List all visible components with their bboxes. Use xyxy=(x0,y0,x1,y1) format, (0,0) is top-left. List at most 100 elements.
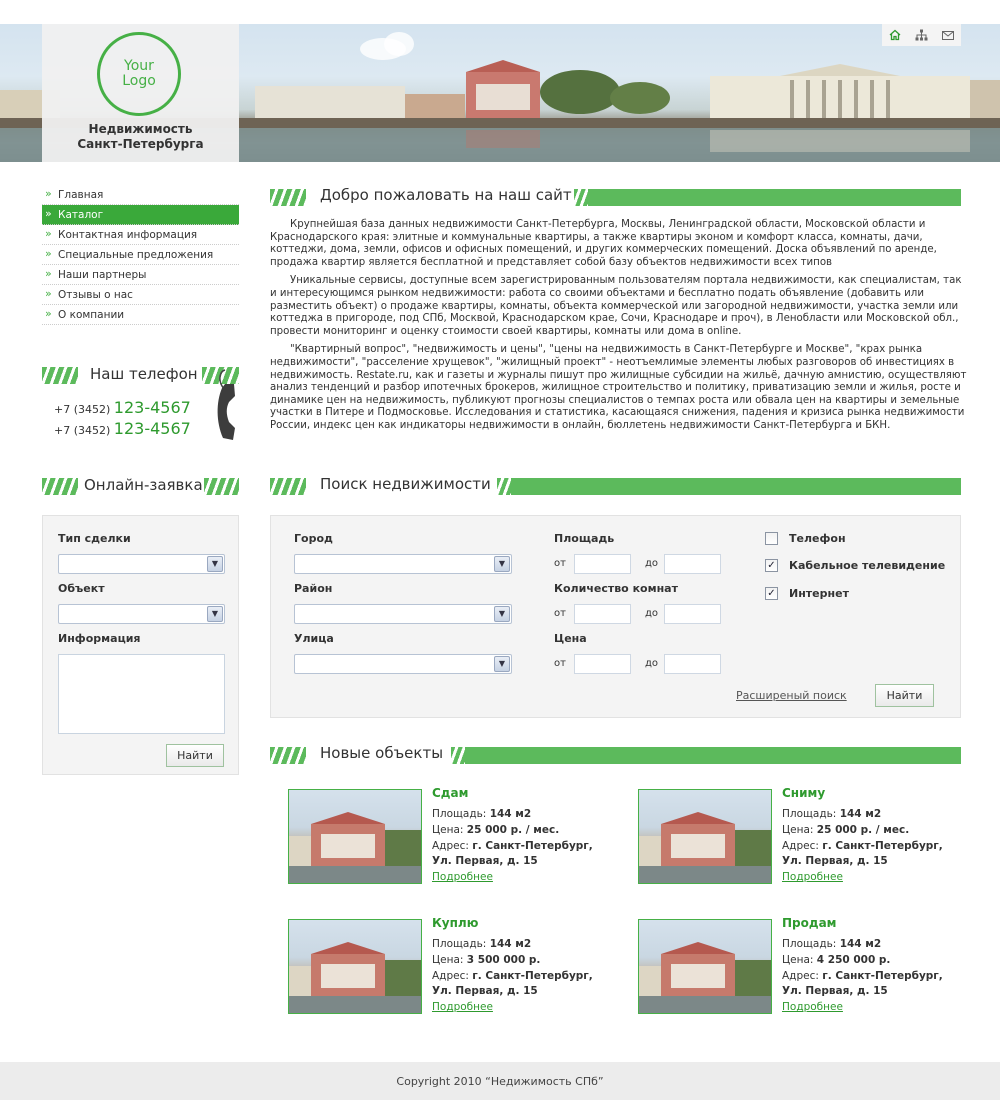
street-select[interactable]: ▼ xyxy=(294,654,512,674)
to-label: до xyxy=(645,608,659,619)
search-title: Поиск недвижимости xyxy=(320,475,491,493)
header-banner: Your Logo Недвижимость Санкт-Петербурга xyxy=(0,24,1000,162)
object-title[interactable]: Сниму xyxy=(782,786,825,800)
phone-code: +7 (3452) xyxy=(54,424,111,437)
object-title[interactable]: Продам xyxy=(782,916,836,930)
internet-checkbox[interactable]: ✓ xyxy=(765,587,778,600)
chevron-down-icon: ▼ xyxy=(494,606,510,622)
area-prefix: Площадь: xyxy=(432,808,487,820)
welcome-section-title: Добро пожаловать на наш сайт xyxy=(270,183,961,213)
home-icon[interactable] xyxy=(882,24,908,46)
object-more-link[interactable]: Подробнее xyxy=(432,871,493,883)
rooms-label: Количество комнат xyxy=(554,582,678,595)
order-section-title: Онлайн-заявка xyxy=(42,472,239,502)
search-submit-button[interactable]: Найти xyxy=(875,684,934,707)
object-address: г. Санкт-Петербург, xyxy=(472,970,593,982)
object-title[interactable]: Сдам xyxy=(432,786,468,800)
area-label: Площадь xyxy=(554,532,615,545)
district-label: Район xyxy=(294,582,333,595)
phone-line: +7 (3452) 123-4567 xyxy=(54,419,191,440)
object-photo[interactable] xyxy=(288,789,422,884)
menu-item-main[interactable]: Главная xyxy=(42,184,239,205)
phone-line: +7 (3452) 123-4567 xyxy=(54,398,191,419)
phone-checkbox-label: Телефон xyxy=(789,532,846,545)
logo[interactable]: Your Logo xyxy=(97,32,181,116)
object-area: 144 м2 xyxy=(489,938,532,950)
object-photo[interactable] xyxy=(638,919,772,1014)
city-select[interactable]: ▼ xyxy=(294,554,512,574)
price-prefix: Цена: xyxy=(432,954,464,966)
city-label: Город xyxy=(294,532,333,545)
to-label: до xyxy=(645,558,659,569)
address-prefix: Адрес: xyxy=(782,840,819,852)
menu-item-reviews[interactable]: Отзывы о нас xyxy=(42,284,239,305)
object-more-link[interactable]: Подробнее xyxy=(432,1001,493,1013)
phone-number[interactable]: 123-4567 xyxy=(114,419,191,438)
chevron-down-icon: ▼ xyxy=(494,556,510,572)
advanced-search-link[interactable]: Расширеный поиск xyxy=(736,689,847,702)
object-address-street: Ул. Первая, д. 15 xyxy=(432,985,538,997)
price-prefix: Цена: xyxy=(432,824,464,836)
object-select[interactable]: ▼ xyxy=(58,604,225,624)
district-select[interactable]: ▼ xyxy=(294,604,512,624)
object-area: 144 м2 xyxy=(839,938,882,950)
object-area: 144 м2 xyxy=(839,808,882,820)
object-label: Объект xyxy=(58,582,105,595)
footer: Copyright 2010 “Недижимость СПб” xyxy=(0,1062,1000,1100)
welcome-paragraph: "Квартирный вопрос", "недвижимость и цен… xyxy=(270,344,967,431)
phone-number[interactable]: 123-4567 xyxy=(114,398,191,417)
area-to-input[interactable] xyxy=(664,554,721,574)
object-photo[interactable] xyxy=(288,919,422,1014)
phone-title: Наш телефон xyxy=(86,365,202,383)
object-title[interactable]: Куплю xyxy=(432,916,478,930)
copyright-text: Copyright 2010 “Недижимость СПб” xyxy=(396,1075,604,1088)
object-more-link[interactable]: Подробнее xyxy=(782,871,843,883)
order-submit-button[interactable]: Найти xyxy=(166,744,224,767)
chevron-down-icon: ▼ xyxy=(494,656,510,672)
price-from-input[interactable] xyxy=(574,654,631,674)
page: Your Logo Недвижимость Санкт-Петербурга … xyxy=(0,0,1000,1100)
sitemap-icon[interactable] xyxy=(908,24,934,46)
phone-list: +7 (3452) 123-4567 +7 (3452) 123-4567 xyxy=(54,398,191,440)
rooms-to-input[interactable] xyxy=(664,604,721,624)
object-card: Сдам Площадь: 144 м2 Цена: 25 000 р. / м… xyxy=(288,786,608,889)
mail-icon[interactable] xyxy=(935,24,961,46)
welcome-text: Крупнейшая база данных недвижимости Санк… xyxy=(270,219,970,439)
new-objects-section-title: Новые объекты xyxy=(270,741,961,771)
welcome-paragraph: Уникальные сервисы, доступные всем зарег… xyxy=(270,275,962,337)
price-label: Цена xyxy=(554,632,587,645)
menu-item-contacts[interactable]: Контактная информация xyxy=(42,224,239,245)
to-label: до xyxy=(645,658,659,669)
new-objects-title: Новые объекты xyxy=(320,744,444,762)
menu-item-special-offers[interactable]: Специальные предложения xyxy=(42,244,239,265)
object-address-street: Ул. Первая, д. 15 xyxy=(432,855,538,867)
phone-section-title: Наш телефон xyxy=(42,361,239,391)
area-from-input[interactable] xyxy=(574,554,631,574)
info-textarea[interactable] xyxy=(58,654,225,734)
info-label: Информация xyxy=(58,632,141,645)
object-card: Сниму Площадь: 144 м2 Цена: 25 000 р. / … xyxy=(638,786,958,889)
object-more-link[interactable]: Подробнее xyxy=(782,1001,843,1013)
menu-item-partners[interactable]: Наши партнеры xyxy=(42,264,239,285)
object-card: Продам Площадь: 144 м2 Цена: 4 250 000 р… xyxy=(638,916,958,1019)
area-prefix: Площадь: xyxy=(782,938,837,950)
object-area: 144 м2 xyxy=(489,808,532,820)
price-to-input[interactable] xyxy=(664,654,721,674)
menu-item-catalog[interactable]: Каталог xyxy=(42,204,239,225)
object-address: г. Санкт-Петербург, xyxy=(472,840,593,852)
object-price: 4 250 000 р. xyxy=(816,954,891,966)
deal-type-select[interactable]: ▼ xyxy=(58,554,225,574)
search-section-title: Поиск недвижимости xyxy=(270,472,961,502)
logo-block[interactable]: Your Logo Недвижимость Санкт-Петербурга xyxy=(42,24,239,162)
object-photo[interactable] xyxy=(638,789,772,884)
site-name: Недвижимость Санкт-Петербурга xyxy=(77,122,204,151)
area-prefix: Площадь: xyxy=(782,808,837,820)
rooms-from-input[interactable] xyxy=(574,604,631,624)
phone-checkbox[interactable] xyxy=(765,532,778,545)
object-price: 25 000 р. / мес. xyxy=(466,824,560,836)
address-prefix: Адрес: xyxy=(432,970,469,982)
header-icon-bar xyxy=(882,24,961,46)
cable-tv-checkbox[interactable]: ✓ xyxy=(765,559,778,572)
menu-item-about[interactable]: О компании xyxy=(42,304,239,325)
phone-handset-icon xyxy=(217,369,235,440)
